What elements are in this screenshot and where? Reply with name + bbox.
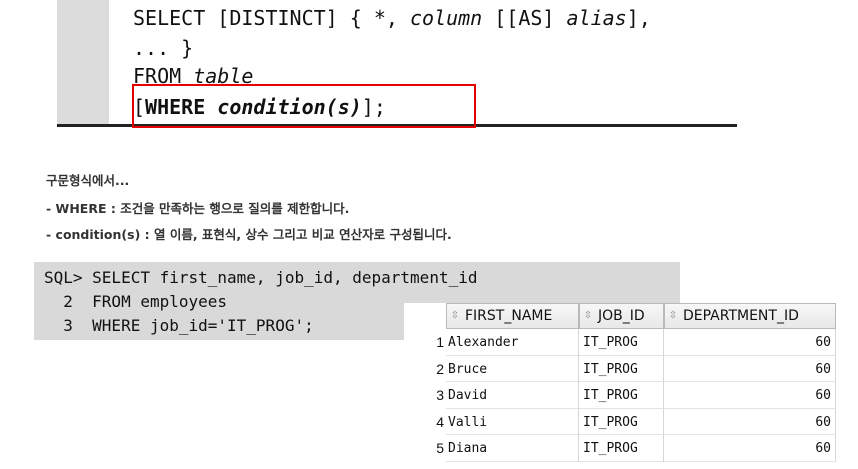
- column-header-label: FIRST_NAME: [465, 308, 553, 324]
- result-grid: ⇳ FIRST_NAME ⇳ JOB_ID ⇳ DEPARTMENT_ID 1 …: [404, 303, 836, 462]
- description-condition: - condition(s) : 열 이름, 표현식, 상수 그리고 비교 연산…: [46, 227, 452, 242]
- syntax-text: ],: [626, 6, 651, 30]
- cell-first-name[interactable]: Diana: [446, 435, 579, 462]
- cell-job-id[interactable]: IT_PROG: [579, 382, 664, 409]
- syntax-box: SELECT [DISTINCT] { *, column [[AS] alia…: [57, 0, 737, 128]
- cell-first-name[interactable]: Valli: [446, 408, 579, 435]
- syntax-text: [[AS]: [482, 6, 567, 30]
- table-row[interactable]: 1 Alexander IT_PROG 60: [404, 329, 836, 356]
- cell-department-id[interactable]: 60: [664, 329, 836, 356]
- sql-line-2: 2 FROM employees: [44, 292, 228, 311]
- where-highlight-box: [132, 84, 476, 128]
- column-header-first-name[interactable]: ⇳ FIRST_NAME: [446, 303, 579, 329]
- sort-icon: ⇳: [583, 310, 593, 321]
- table-row[interactable]: 3 David IT_PROG 60: [404, 382, 836, 409]
- cell-first-name[interactable]: Bruce: [446, 355, 579, 382]
- sort-icon: ⇳: [668, 310, 678, 321]
- cell-first-name[interactable]: David: [446, 382, 579, 409]
- sql-line-1: SQL> SELECT first_name, job_id, departme…: [44, 268, 478, 287]
- syntax-line-select: SELECT [DISTINCT] { *, column [[AS] alia…: [133, 6, 651, 30]
- syntax-placeholder-alias: alias: [566, 6, 627, 30]
- syntax-gutter: [57, 0, 109, 124]
- sort-icon: ⇳: [450, 310, 460, 321]
- table-row[interactable]: 4 Valli IT_PROG 60: [404, 408, 836, 435]
- row-number: 1: [436, 334, 444, 350]
- slide: SELECT [DISTINCT] { *, column [[AS] alia…: [0, 0, 858, 469]
- cell-department-id[interactable]: 60: [664, 435, 836, 462]
- row-number: 5: [436, 440, 444, 456]
- cell-first-name[interactable]: Alexander: [446, 329, 579, 356]
- column-header-department-id[interactable]: ⇳ DEPARTMENT_ID: [664, 303, 836, 329]
- column-header-label: JOB_ID: [598, 308, 645, 324]
- cell-department-id[interactable]: 60: [664, 408, 836, 435]
- cell-job-id[interactable]: IT_PROG: [579, 355, 664, 382]
- sql-line-3: 3 WHERE job_id='IT_PROG';: [44, 316, 314, 335]
- column-header-label: DEPARTMENT_ID: [683, 308, 799, 324]
- cell-job-id[interactable]: IT_PROG: [579, 329, 664, 356]
- description-where: - WHERE : 조건을 만족하는 행으로 질의를 제한합니다.: [46, 201, 350, 216]
- row-number: 3: [436, 387, 444, 403]
- cell-department-id[interactable]: 60: [664, 355, 836, 382]
- row-number: 4: [436, 413, 444, 430]
- description-heading: 구문형식에서...: [46, 173, 130, 188]
- table-row[interactable]: 5 Diana IT_PROG 60: [404, 435, 836, 462]
- cell-job-id[interactable]: IT_PROG: [579, 435, 664, 462]
- column-header-job-id[interactable]: ⇳ JOB_ID: [579, 303, 664, 329]
- syntax-text: SELECT [DISTINCT] { *,: [133, 6, 410, 30]
- cell-job-id[interactable]: IT_PROG: [579, 408, 664, 435]
- table-row[interactable]: 2 Bruce IT_PROG 60: [404, 355, 836, 382]
- cell-department-id[interactable]: 60: [664, 382, 836, 409]
- row-number: 2: [436, 360, 444, 377]
- syntax-line-ellipsis: ... }: [133, 36, 194, 60]
- syntax-placeholder-column: column: [409, 6, 483, 30]
